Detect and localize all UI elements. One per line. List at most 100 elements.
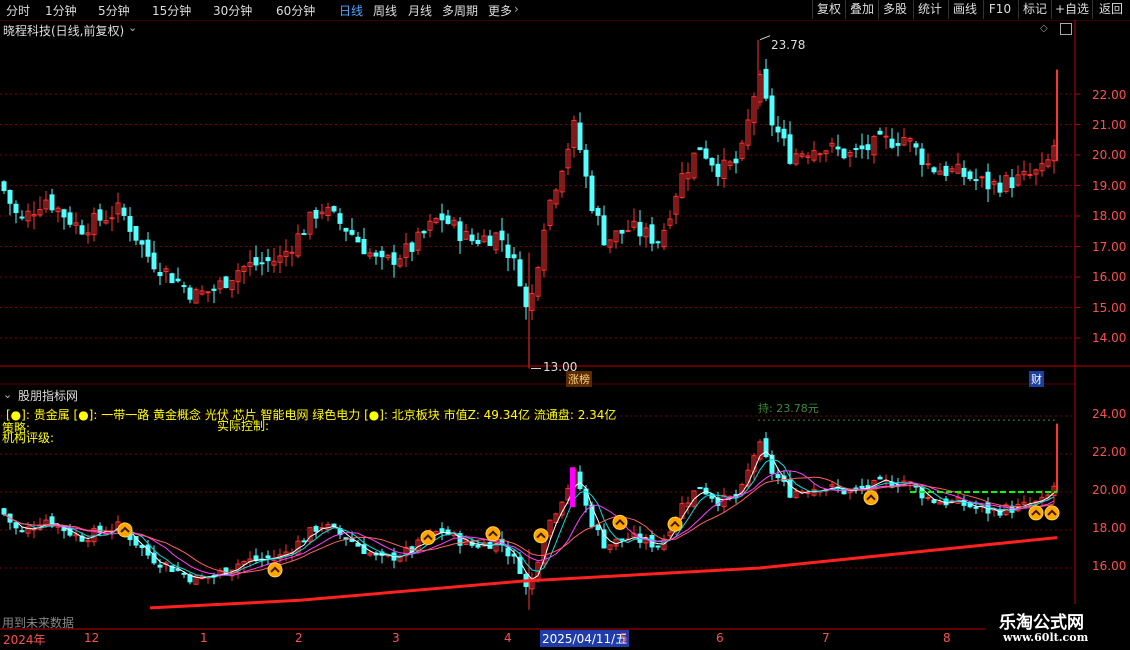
candle-body (157, 272, 163, 277)
signal-arrow-icon (612, 514, 628, 530)
period-tab-15min[interactable]: 15分钟 (152, 2, 191, 19)
candle-body (1, 181, 7, 192)
period-tab-weekly[interactable]: 周线 (373, 2, 397, 19)
button-f10[interactable]: F10 (983, 0, 1016, 19)
candle-body (151, 252, 157, 270)
signal-arrow-icon (420, 530, 436, 546)
button-add-watchlist[interactable]: +自选 (1051, 0, 1092, 19)
period-tab-monthly[interactable]: 月线 (408, 2, 432, 19)
button-draw-line[interactable]: 画线 (948, 0, 981, 19)
ind-candle-body (157, 564, 163, 568)
time-label-8: 8 (943, 631, 951, 645)
candle-body (439, 213, 445, 221)
candle-body (817, 153, 823, 156)
ind-candle-body (439, 528, 445, 533)
candle-body (409, 242, 415, 252)
period-tab-daily[interactable]: 日线 (339, 2, 363, 19)
candle-body (637, 222, 643, 237)
signal-arrow-icon (117, 522, 133, 538)
candle-body (835, 146, 841, 150)
layout-icon[interactable] (1060, 23, 1072, 35)
button-back[interactable]: 返回 (1092, 0, 1129, 19)
candle-body (61, 209, 67, 218)
watermark-name: 乐淘公式网 (999, 613, 1084, 633)
candle-body (583, 149, 589, 177)
time-label-6: 6 (716, 631, 724, 645)
candle-body (109, 217, 115, 220)
candle-body (517, 259, 523, 287)
main-candles-layer (1, 35, 1058, 369)
finance-badge[interactable]: 财 (1029, 371, 1044, 387)
time-label-7: 7 (822, 631, 830, 645)
button-overlay[interactable]: 叠加 (845, 0, 878, 19)
button-mark[interactable]: 标记 (1018, 0, 1051, 19)
time-label-12: 12 (84, 631, 100, 645)
ind-candle-body (775, 474, 781, 479)
diamond-icon[interactable]: ◇ (1040, 23, 1048, 34)
indicator-layer (1, 419, 1060, 610)
period-tab-1min[interactable]: 1分钟 (45, 2, 77, 19)
candle-body (499, 230, 505, 241)
candle-body (127, 216, 133, 232)
kline-chart[interactable] (0, 20, 1130, 650)
button-fuquan[interactable]: 复权 (812, 0, 845, 19)
candle-body (967, 171, 973, 180)
watermark: 乐淘公式网 www.60lt.com (985, 604, 1130, 650)
period-tab-multi[interactable]: 多周期 (442, 2, 478, 19)
candle-body (97, 209, 103, 221)
period-tab-30min[interactable]: 30分钟 (213, 2, 252, 19)
candle-body (349, 230, 355, 235)
candle-body (187, 287, 193, 300)
candle-body (313, 209, 319, 219)
ind-candle-body (697, 486, 703, 490)
candle-body (877, 130, 883, 135)
y-tick-14: 14.00 (1092, 331, 1127, 345)
main-chart-title: 晓程科技(日线,前复权) (3, 24, 125, 38)
period-tab-60min[interactable]: 60分钟 (276, 2, 315, 19)
button-statistics[interactable]: 统计 (913, 0, 946, 19)
future-data-label: 用到未来数据 (2, 616, 75, 630)
candle-body (79, 225, 85, 235)
candle-body (331, 206, 337, 212)
candle-body (763, 68, 769, 99)
candle-body (985, 171, 991, 190)
candle-body (373, 252, 379, 257)
candle-body (997, 182, 1003, 193)
chevron-down-icon[interactable]: ⌄ (3, 388, 12, 401)
time-label-4: 4 (504, 631, 512, 645)
candle-body (337, 213, 343, 224)
candle-body (205, 291, 211, 294)
candle-body (361, 238, 367, 255)
candle-body (445, 215, 451, 224)
candle-body (931, 167, 937, 173)
candle-body (139, 240, 145, 245)
candle-body (619, 229, 625, 234)
candle-body (889, 138, 895, 148)
ind-candle-body (877, 476, 883, 480)
period-tab-5min[interactable]: 5分钟 (98, 2, 130, 19)
candle-body (169, 273, 175, 284)
button-multi-stock[interactable]: 多股 (878, 0, 911, 19)
candle-body (715, 163, 721, 177)
ind-candle-body (577, 471, 583, 490)
candle-body (391, 252, 397, 265)
candle-body (223, 276, 229, 289)
candle-body (343, 227, 349, 232)
ind-candle-body (265, 555, 271, 559)
time-label-2: 2 (295, 631, 303, 645)
candle-body (733, 158, 739, 164)
candle-body (913, 143, 919, 148)
limit-up-badge[interactable]: 涨榜 (566, 371, 592, 387)
ind-candle-body (475, 544, 481, 548)
period-tab-fenshi[interactable]: 分时 (6, 2, 30, 19)
signal-arrow-icon (485, 526, 501, 542)
ind-candle-body (925, 496, 931, 499)
ind-y-tick-20: 20.00 (1092, 483, 1127, 497)
candle-body (961, 167, 967, 177)
chevron-right-icon[interactable]: › (514, 2, 519, 16)
period-tab-more[interactable]: 更多 (488, 2, 512, 19)
signal-arrow-icon (863, 490, 879, 506)
ind-candle-body (19, 530, 25, 533)
chevron-down-icon[interactable]: ⌄ (128, 21, 137, 34)
candle-body (355, 236, 361, 243)
